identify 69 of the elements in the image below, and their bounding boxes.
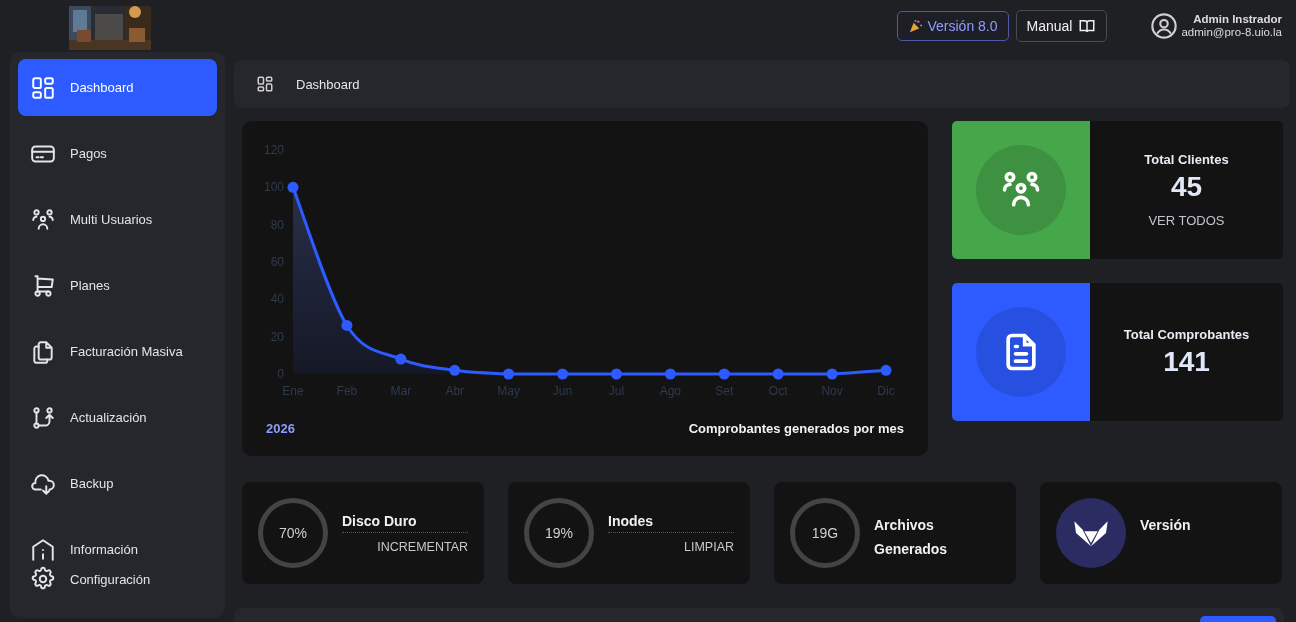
y-tick-label: 120 — [263, 143, 284, 157]
y-tick-label: 20 — [270, 329, 284, 344]
breadcrumb-label: Dashboard — [296, 76, 360, 92]
sidebar-item[interactable]: Planes — [18, 257, 217, 314]
view-all-link[interactable]: VER TODOS — [1148, 213, 1225, 228]
user-email: admin@pro-8.uio.la — [1181, 26, 1282, 39]
sidebar-item[interactable]: Información — [18, 521, 217, 561]
data-point — [287, 181, 299, 193]
metric-title: Inodes — [608, 513, 734, 533]
book-icon — [1078, 17, 1097, 35]
branch-icon — [30, 404, 56, 431]
data-point — [341, 319, 353, 331]
copies-icon — [30, 338, 56, 365]
data-point — [718, 368, 730, 380]
user-name: Admin Instrador — [1193, 13, 1282, 26]
x-tick-label: Nov — [821, 384, 843, 398]
sidebar-item[interactable]: Backup — [18, 455, 217, 512]
stat-value: 45 — [1170, 171, 1203, 203]
stat-title: Total Comprobantes — [1123, 326, 1250, 342]
x-tick-label: Feb — [336, 384, 358, 398]
progress-ring: 19G — [790, 498, 860, 568]
x-tick-label: Jun — [552, 384, 573, 398]
y-tick-label: 100 — [263, 180, 284, 195]
sidebar-item[interactable]: Configuración — [18, 561, 217, 597]
stat-value: 141 — [1163, 345, 1210, 378]
data-point — [395, 353, 407, 365]
chart-caption: Comprobantes generados por mes — [688, 421, 904, 436]
info-icon — [30, 536, 56, 561]
y-tick-label: 80 — [270, 217, 284, 232]
metric-action-link[interactable]: INCREMENTAR — [377, 540, 468, 554]
x-tick-label: Set — [715, 384, 734, 398]
sidebar-item[interactable]: Facturación Masiva — [18, 323, 217, 380]
data-point — [664, 368, 676, 380]
metric-action-link[interactable]: LIMPIAR — [684, 540, 734, 554]
dashboard-icon — [30, 74, 56, 101]
settings-icon — [30, 566, 56, 592]
metric-title: Disco Duro — [342, 513, 468, 533]
data-point — [772, 368, 784, 380]
sidebar-item[interactable]: Actualización — [18, 389, 217, 446]
x-tick-label: May — [497, 384, 520, 398]
x-tick-label: Abr — [445, 384, 465, 398]
data-point — [610, 368, 622, 380]
dashboard-icon — [256, 75, 274, 93]
x-tick-label: Jul — [608, 384, 625, 398]
party-popper-icon — [908, 18, 924, 34]
progress-ring: 19% — [524, 498, 594, 568]
manual-button[interactable]: Manual — [1015, 10, 1108, 42]
data-point — [880, 364, 892, 376]
data-point — [557, 368, 569, 380]
sidebar-item[interactable]: Pagos — [18, 125, 217, 182]
sidebar-item[interactable]: Dashboard — [18, 59, 217, 116]
x-tick-label: Ago — [659, 384, 682, 398]
x-tick-label: Dic — [877, 384, 895, 398]
data-point — [503, 368, 515, 380]
data-point — [449, 364, 461, 376]
sidebar-item[interactable]: Multi Usuarios — [18, 191, 217, 248]
metric-title: Archivos Generados — [874, 516, 949, 559]
users-icon — [30, 206, 56, 233]
version-button[interactable]: Versión 8.0 — [897, 11, 1009, 41]
user-avatar-icon[interactable] — [1150, 12, 1179, 40]
y-tick-label: 40 — [270, 292, 284, 307]
metric-title: Versión — [1140, 516, 1192, 535]
progress-ring: 70% — [258, 498, 328, 568]
data-point — [826, 368, 838, 380]
stat-title: Total Clientes — [1144, 152, 1229, 167]
x-tick-label: Mar — [390, 384, 412, 398]
chart-year: 2026 — [266, 421, 295, 436]
x-tick-label: Oct — [768, 384, 788, 398]
x-tick-label: Ene — [282, 384, 304, 398]
